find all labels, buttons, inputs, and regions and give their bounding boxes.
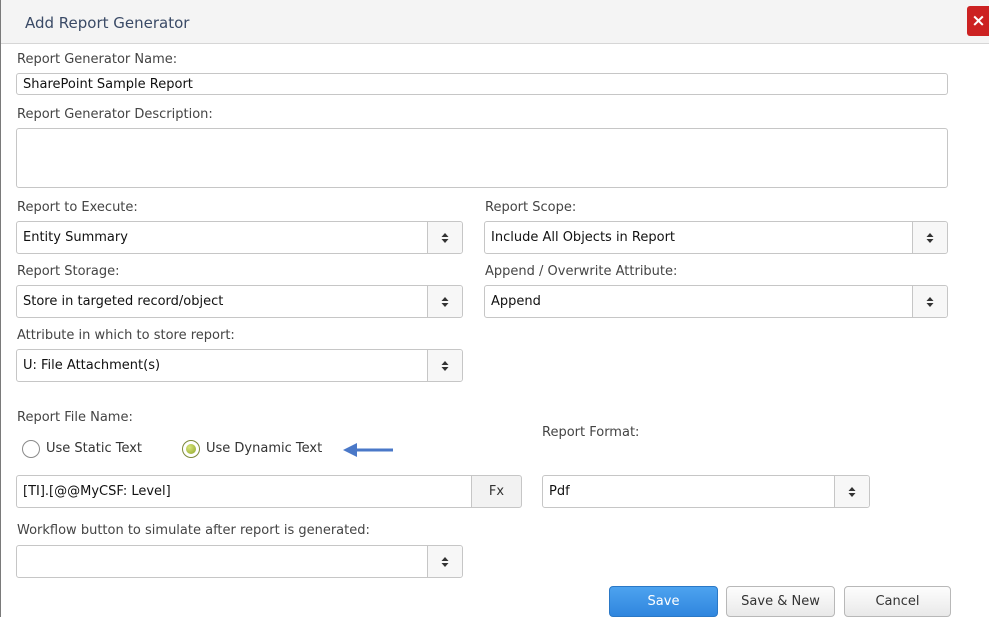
updown-arrow-icon (427, 546, 462, 577)
description-label: Report Generator Description: (17, 107, 213, 122)
report-scope-select[interactable]: Include All Objects in Report (484, 221, 948, 254)
file-name-label: Report File Name: (17, 410, 133, 425)
save-button-label: Save (647, 594, 680, 609)
cancel-button-label: Cancel (875, 594, 920, 609)
updown-arrow-icon (834, 476, 869, 507)
save-and-new-button-label: Save & New (741, 594, 820, 609)
static-text-radio[interactable] (22, 440, 40, 458)
updown-arrow-icon (427, 222, 462, 253)
report-scope-value: Include All Objects in Report (491, 230, 676, 245)
append-overwrite-label: Append / Overwrite Attribute: (485, 264, 678, 279)
store-attribute-select[interactable]: U: File Attachment(s) (16, 349, 463, 382)
updown-arrow-icon (427, 286, 462, 317)
report-storage-label: Report Storage: (17, 264, 120, 279)
save-button[interactable]: Save (609, 586, 718, 617)
report-to-execute-label: Report to Execute: (17, 200, 138, 215)
dynamic-text-label[interactable]: Use Dynamic Text (206, 441, 322, 456)
cancel-button[interactable]: Cancel (844, 586, 951, 617)
report-to-execute-select[interactable]: Entity Summary (16, 221, 463, 254)
report-storage-select[interactable]: Store in targeted record/object (16, 285, 463, 318)
report-format-label: Report Format: (542, 425, 640, 440)
add-report-generator-dialog: Add Report Generator × Report Generator … (0, 0, 989, 617)
name-input[interactable] (16, 73, 948, 95)
static-text-label[interactable]: Use Static Text (46, 441, 142, 456)
close-icon: × (971, 11, 986, 31)
updown-arrow-icon (912, 222, 947, 253)
dialog-title: Add Report Generator (25, 14, 190, 32)
append-overwrite-select[interactable]: Append (484, 285, 948, 318)
workflow-button-label: Workflow button to simulate after report… (17, 523, 370, 538)
store-attribute-label: Attribute in which to store report: (17, 328, 235, 343)
fx-label: Fx (488, 484, 505, 499)
append-overwrite-value: Append (491, 294, 541, 309)
workflow-button-select[interactable] (16, 545, 463, 578)
report-scope-label: Report Scope: (485, 200, 577, 215)
updown-arrow-icon (912, 286, 947, 317)
report-storage-value: Store in targeted record/object (23, 294, 224, 309)
report-format-select[interactable]: Pdf (542, 475, 870, 508)
close-button[interactable]: × (967, 6, 989, 36)
fx-button[interactable]: Fx (471, 475, 522, 508)
description-textarea[interactable] (16, 128, 948, 188)
report-to-execute-value: Entity Summary (23, 230, 128, 245)
report-format-value: Pdf (549, 484, 570, 499)
file-name-input[interactable] (16, 475, 472, 508)
dialog-titlebar: Add Report Generator (1, 0, 989, 44)
dynamic-text-radio[interactable] (182, 440, 200, 458)
arrow-left-icon (341, 440, 395, 464)
store-attribute-value: U: File Attachment(s) (23, 358, 161, 373)
name-label: Report Generator Name: (17, 52, 178, 67)
save-and-new-button[interactable]: Save & New (726, 586, 835, 617)
updown-arrow-icon (427, 350, 462, 381)
